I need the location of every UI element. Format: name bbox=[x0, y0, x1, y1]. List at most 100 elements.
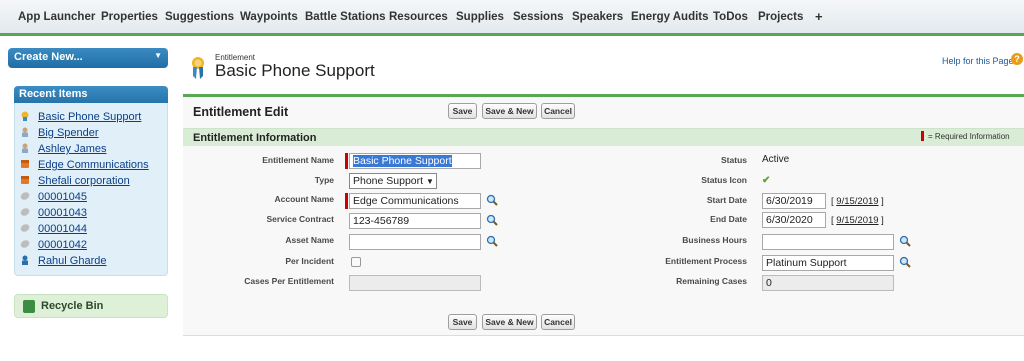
recent-item[interactable]: 00001043 bbox=[20, 207, 87, 221]
remaining-cases-label: Remaining Cases bbox=[676, 276, 747, 286]
recent-item-label[interactable]: Ashley James bbox=[38, 143, 106, 155]
edit-title: Entitlement Edit bbox=[193, 105, 289, 119]
tab-speakers[interactable]: Speakers bbox=[572, 11, 623, 23]
help-link[interactable]: Help for this Page bbox=[942, 56, 1014, 66]
start-date-input[interactable]: 6/30/2019 bbox=[762, 193, 826, 209]
tab-properties[interactable]: Properties bbox=[101, 11, 158, 23]
recent-item[interactable]: Edge Communications bbox=[20, 159, 149, 173]
recycle-bin-label: Recycle Bin bbox=[41, 300, 104, 312]
recent-item-label[interactable]: Big Spender bbox=[38, 127, 99, 139]
tab-suggestions[interactable]: Suggestions bbox=[165, 11, 234, 23]
top-tab-bar: App Launcher Properties Suggestions Wayp… bbox=[0, 0, 1024, 36]
entitlement-icon bbox=[192, 57, 204, 79]
required-marker bbox=[345, 153, 348, 169]
tab-projects[interactable]: Projects bbox=[758, 11, 803, 23]
asset-name-label: Asset Name bbox=[285, 235, 334, 245]
create-new-label: Create New... bbox=[14, 51, 83, 63]
entitlement-icon bbox=[21, 111, 29, 121]
recent-item-label[interactable]: Shefali corporation bbox=[38, 175, 130, 187]
tab-supplies[interactable]: Supplies bbox=[456, 11, 504, 23]
add-tab-icon[interactable]: + bbox=[815, 9, 823, 24]
recent-item[interactable]: Rahul Gharde bbox=[20, 255, 107, 269]
lookup-search-icon[interactable] bbox=[486, 194, 498, 206]
section-title: Entitlement Information bbox=[193, 132, 317, 144]
type-select[interactable]: Phone Support ▼ bbox=[349, 173, 437, 189]
lookup-search-icon[interactable] bbox=[486, 235, 498, 247]
recent-item[interactable]: Shefali corporation bbox=[20, 175, 130, 189]
recent-item[interactable]: Basic Phone Support bbox=[20, 111, 141, 125]
save-and-new-button[interactable]: Save & New bbox=[482, 103, 537, 119]
recent-item[interactable]: 00001042 bbox=[20, 239, 87, 253]
status-icon-label: Status Icon bbox=[701, 175, 747, 185]
tab-energy-audits[interactable]: Energy Audits bbox=[631, 11, 709, 23]
case-icon bbox=[20, 240, 30, 248]
recent-item-label[interactable]: Basic Phone Support bbox=[38, 111, 141, 123]
account-icon bbox=[21, 160, 29, 168]
case-icon bbox=[20, 208, 30, 216]
page-title: Basic Phone Support bbox=[215, 61, 375, 80]
tab-todos[interactable]: ToDos bbox=[713, 11, 748, 23]
service-contract-input[interactable]: 123-456789 bbox=[349, 213, 481, 229]
status-label: Status bbox=[721, 155, 747, 165]
save-and-new-button-bottom[interactable]: Save & New bbox=[482, 314, 537, 330]
account-name-input[interactable]: Edge Communications bbox=[349, 193, 481, 209]
end-date-today-link[interactable]: [ 9/15/2019 ] bbox=[831, 215, 884, 226]
recent-item-label[interactable]: 00001042 bbox=[38, 239, 87, 251]
create-new-button[interactable]: Create New... ▼ bbox=[8, 48, 168, 68]
recent-items-panel: Recent Items Basic Phone Support Big Spe… bbox=[14, 86, 168, 276]
account-icon bbox=[21, 176, 29, 184]
recent-item-label[interactable]: 00001045 bbox=[38, 191, 87, 203]
chevron-down-icon: ▼ bbox=[425, 177, 434, 186]
user-icon bbox=[22, 255, 28, 265]
business-hours-input[interactable] bbox=[762, 234, 894, 250]
tab-battle-stations[interactable]: Battle Stations bbox=[305, 11, 386, 23]
contact-icon bbox=[22, 143, 28, 153]
tab-sessions[interactable]: Sessions bbox=[513, 11, 564, 23]
start-date-today-link[interactable]: [ 9/15/2019 ] bbox=[831, 196, 884, 207]
type-value: Phone Support bbox=[353, 175, 424, 187]
start-date-link-text[interactable]: 9/15/2019 bbox=[836, 196, 878, 207]
cancel-button-bottom[interactable]: Cancel bbox=[541, 314, 575, 330]
cases-per-entitlement-input bbox=[349, 275, 481, 291]
tab-resources[interactable]: Resources bbox=[389, 11, 448, 23]
help-icon[interactable]: ? bbox=[1011, 53, 1023, 65]
recent-item-label[interactable]: Edge Communications bbox=[38, 159, 149, 171]
recent-item[interactable]: 00001045 bbox=[20, 191, 87, 205]
end-date-label: End Date bbox=[710, 214, 747, 224]
per-incident-checkbox[interactable] bbox=[351, 257, 361, 267]
case-icon bbox=[20, 224, 30, 232]
entitlement-process-input[interactable]: Platinum Support bbox=[762, 255, 894, 271]
cancel-button[interactable]: Cancel bbox=[541, 103, 575, 119]
service-contract-label: Service Contract bbox=[266, 214, 334, 224]
lookup-search-icon[interactable] bbox=[899, 235, 911, 247]
entitlement-name-label: Entitlement Name bbox=[262, 155, 334, 165]
status-value: Active bbox=[762, 154, 790, 165]
save-button-bottom[interactable]: Save bbox=[448, 314, 477, 330]
recent-item[interactable]: 00001044 bbox=[20, 223, 87, 237]
end-date-input[interactable]: 6/30/2020 bbox=[762, 212, 826, 228]
dropdown-arrow-icon: ▼ bbox=[154, 51, 162, 60]
save-button[interactable]: Save bbox=[448, 103, 477, 119]
recent-item[interactable]: Big Spender bbox=[20, 127, 99, 141]
lookup-search-icon[interactable] bbox=[899, 256, 911, 268]
remaining-cases-input: 0 bbox=[762, 275, 894, 291]
contact-icon bbox=[22, 127, 28, 137]
required-marker bbox=[345, 193, 348, 209]
checkmark-icon: ✔ bbox=[762, 175, 771, 186]
recent-item[interactable]: Ashley James bbox=[20, 143, 106, 157]
required-indicator bbox=[921, 131, 924, 141]
recent-item-label[interactable]: 00001044 bbox=[38, 223, 87, 235]
asset-name-input[interactable] bbox=[349, 234, 481, 250]
entitlement-name-input[interactable]: Basic Phone Support bbox=[349, 153, 481, 169]
recycle-bin-link[interactable]: Recycle Bin bbox=[14, 294, 168, 318]
tab-waypoints[interactable]: Waypoints bbox=[240, 11, 298, 23]
recent-item-label[interactable]: 00001043 bbox=[38, 207, 87, 219]
end-date-link-text[interactable]: 9/15/2019 bbox=[836, 215, 878, 226]
lookup-search-icon[interactable] bbox=[486, 214, 498, 226]
entitlement-name-value: Basic Phone Support bbox=[353, 155, 452, 167]
cases-per-entitlement-label: Cases Per Entitlement bbox=[244, 276, 334, 286]
case-icon bbox=[20, 192, 30, 200]
type-label: Type bbox=[314, 175, 334, 185]
recent-item-label[interactable]: Rahul Gharde bbox=[38, 255, 107, 267]
tab-app-launcher[interactable]: App Launcher bbox=[18, 11, 95, 23]
